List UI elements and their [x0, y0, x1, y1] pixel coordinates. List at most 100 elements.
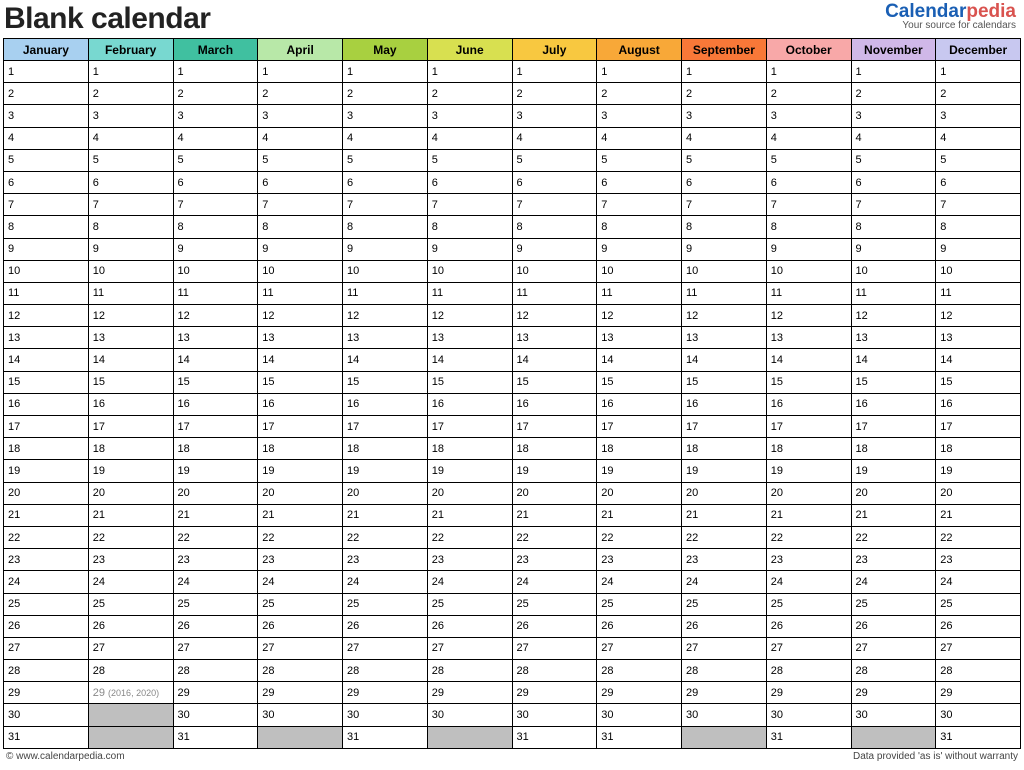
day-row: 181818181818181818181818 — [4, 438, 1021, 460]
month-header-october: October — [766, 39, 851, 61]
day-cell: 26 — [4, 615, 89, 637]
day-cell: 21 — [88, 504, 173, 526]
day-cell: 8 — [851, 216, 936, 238]
day-cell: 14 — [173, 349, 258, 371]
day-cell: 24 — [258, 571, 343, 593]
day-cell: 18 — [682, 438, 767, 460]
day-cell: 9 — [936, 238, 1021, 260]
day-row: 252525252525252525252525 — [4, 593, 1021, 615]
day-cell: 16 — [936, 393, 1021, 415]
day-cell: 25 — [173, 593, 258, 615]
day-cell: 14 — [343, 349, 428, 371]
day-cell: 6 — [258, 171, 343, 193]
day-cell: 18 — [512, 438, 597, 460]
day-row: 2929 (2016, 2020)29292929292929292929 — [4, 682, 1021, 704]
day-cell: 12 — [4, 305, 89, 327]
day-cell: 23 — [427, 549, 512, 571]
day-cell: 16 — [4, 393, 89, 415]
day-cell: 19 — [851, 460, 936, 482]
day-cell: 23 — [88, 549, 173, 571]
day-cell: 14 — [597, 349, 682, 371]
day-cell: 11 — [173, 282, 258, 304]
day-cell: 17 — [766, 416, 851, 438]
day-cell: 10 — [258, 260, 343, 282]
day-cell: 7 — [4, 194, 89, 216]
day-cell: 26 — [88, 615, 173, 637]
month-header-july: July — [512, 39, 597, 61]
day-cell: 14 — [88, 349, 173, 371]
day-cell: 30 — [4, 704, 89, 726]
day-cell: 21 — [766, 504, 851, 526]
day-cell: 2 — [258, 83, 343, 105]
day-cell: 1 — [512, 61, 597, 83]
day-cell: 23 — [766, 549, 851, 571]
day-cell: 23 — [851, 549, 936, 571]
day-cell: 21 — [343, 504, 428, 526]
day-cell: 21 — [258, 504, 343, 526]
day-cell: 28 — [766, 660, 851, 682]
day-cell: 28 — [258, 660, 343, 682]
day-row: 333333333333 — [4, 105, 1021, 127]
day-cell: 17 — [851, 416, 936, 438]
day-cell: 3 — [597, 105, 682, 127]
day-row: 31313131313131 — [4, 726, 1021, 748]
day-cell: 13 — [512, 327, 597, 349]
day-cell: 4 — [4, 127, 89, 149]
day-cell: 9 — [343, 238, 428, 260]
day-row: 888888888888 — [4, 216, 1021, 238]
day-cell: 26 — [343, 615, 428, 637]
day-cell: 31 — [766, 726, 851, 748]
day-cell: 2 — [4, 83, 89, 105]
day-cell: 26 — [936, 615, 1021, 637]
day-cell: 4 — [88, 127, 173, 149]
day-cell: 12 — [512, 305, 597, 327]
day-cell: 11 — [4, 282, 89, 304]
day-cell: 17 — [936, 416, 1021, 438]
day-cell: 20 — [597, 482, 682, 504]
day-cell: 5 — [4, 149, 89, 171]
day-cell: 2 — [851, 83, 936, 105]
day-cell: 16 — [512, 393, 597, 415]
day-cell: 23 — [512, 549, 597, 571]
day-cell: 5 — [682, 149, 767, 171]
day-cell: 29 — [766, 682, 851, 704]
day-cell: 29 — [4, 682, 89, 704]
day-cell: 15 — [682, 371, 767, 393]
day-cell: 25 — [766, 593, 851, 615]
brand-tagline: Your source for calendars — [885, 21, 1016, 31]
day-cell: 9 — [851, 238, 936, 260]
day-cell: 22 — [343, 526, 428, 548]
day-cell: 4 — [597, 127, 682, 149]
day-cell: 9 — [682, 238, 767, 260]
day-cell — [258, 726, 343, 748]
day-cell: 19 — [682, 460, 767, 482]
day-cell: 30 — [851, 704, 936, 726]
day-cell: 31 — [936, 726, 1021, 748]
day-cell: 24 — [682, 571, 767, 593]
day-cell: 1 — [173, 61, 258, 83]
month-header-march: March — [173, 39, 258, 61]
day-row: 282828282828282828282828 — [4, 660, 1021, 682]
day-cell: 1 — [597, 61, 682, 83]
day-cell: 9 — [4, 238, 89, 260]
brand-logo: Calendarpedia Your source for calendars — [885, 2, 1016, 31]
day-cell: 19 — [427, 460, 512, 482]
day-cell: 23 — [936, 549, 1021, 571]
day-cell: 5 — [427, 149, 512, 171]
day-cell: 20 — [682, 482, 767, 504]
day-cell: 10 — [88, 260, 173, 282]
footer-disclaimer: Data provided 'as is' without warranty — [853, 751, 1018, 762]
day-cell: 12 — [88, 305, 173, 327]
day-cell: 16 — [343, 393, 428, 415]
day-cell: 6 — [936, 171, 1021, 193]
day-cell: 25 — [427, 593, 512, 615]
day-cell: 16 — [258, 393, 343, 415]
day-cell: 17 — [258, 416, 343, 438]
day-cell: 1 — [88, 61, 173, 83]
day-cell: 18 — [4, 438, 89, 460]
day-cell: 30 — [766, 704, 851, 726]
day-cell: 3 — [851, 105, 936, 127]
day-cell: 7 — [173, 194, 258, 216]
day-cell: 3 — [88, 105, 173, 127]
day-row: 777777777777 — [4, 194, 1021, 216]
